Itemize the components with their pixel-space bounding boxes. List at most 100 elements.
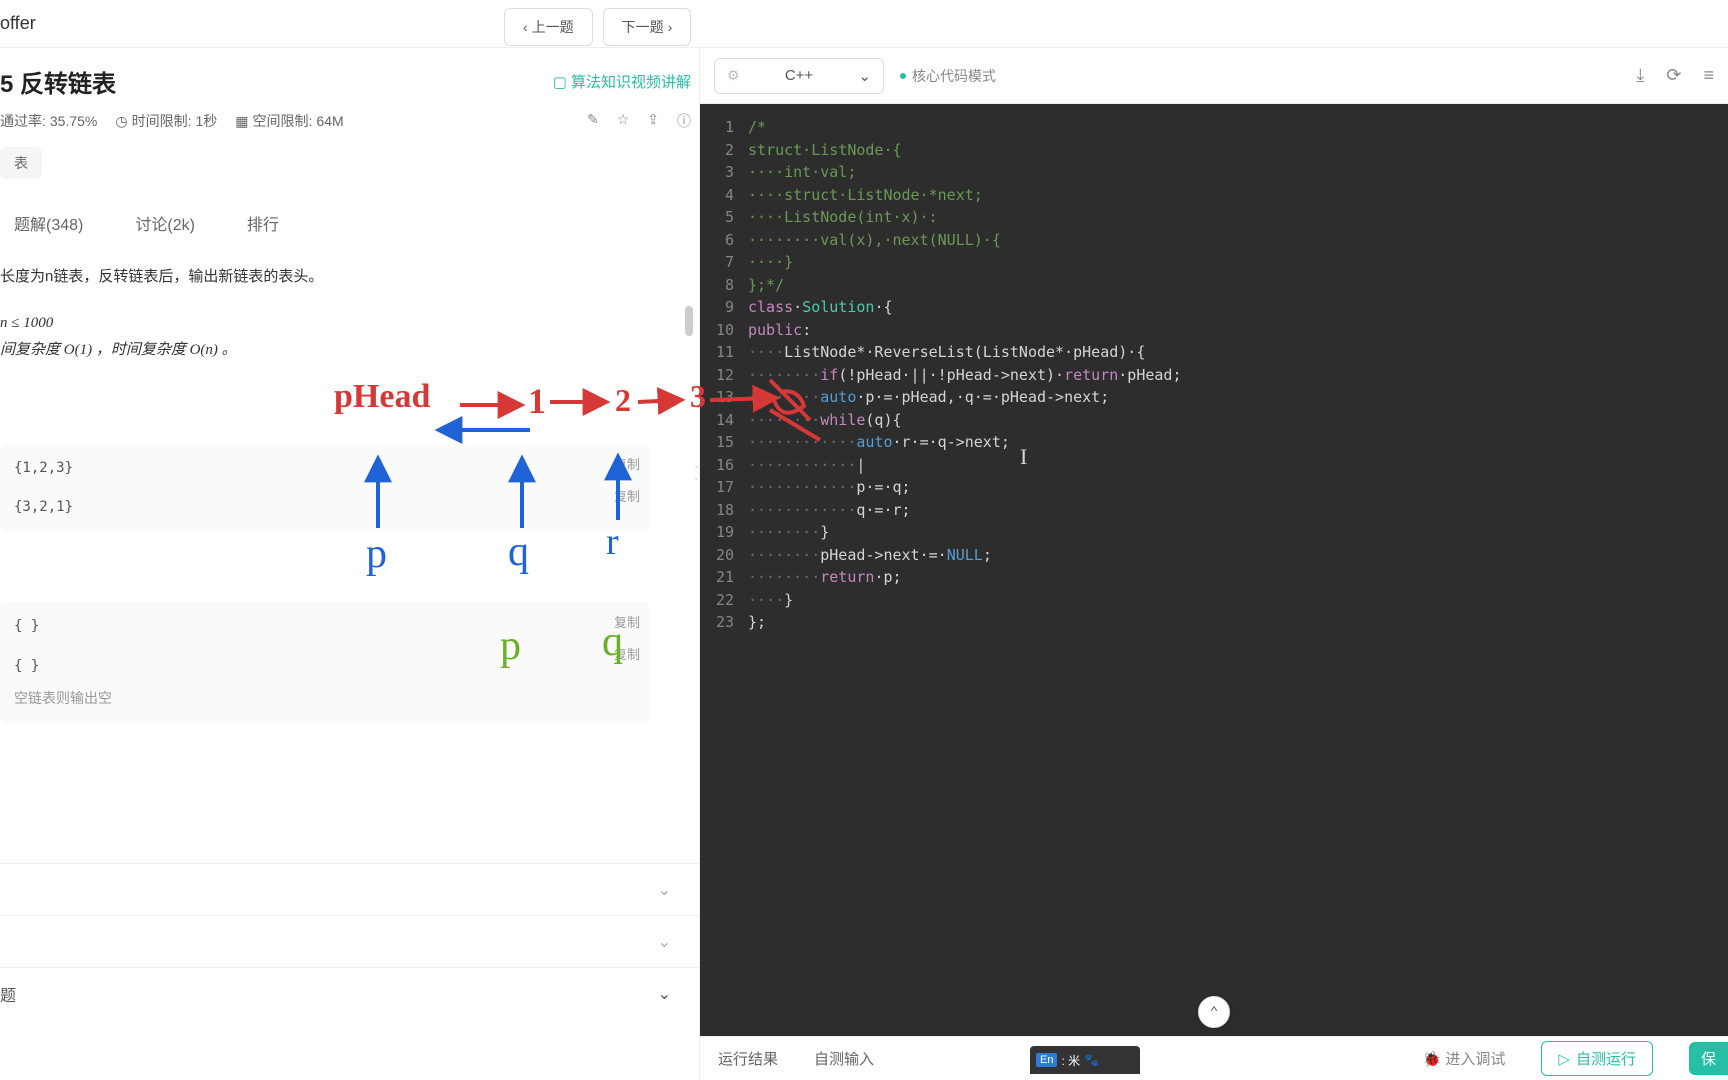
code-content[interactable]: ········val(x),·next(NULL)·{ — [748, 229, 1001, 252]
line-number: 10 — [700, 319, 748, 342]
chevron-left-icon: ‹ — [523, 19, 528, 35]
video-icon: ▢ — [553, 73, 567, 91]
line-number: 14 — [700, 409, 748, 432]
code-content[interactable]: ····} — [748, 251, 793, 274]
code-content[interactable]: ········auto·p·=·pHead,·q·=·pHead->next; — [748, 386, 1109, 409]
code-content[interactable]: ············q·=·r; — [748, 499, 911, 522]
code-content[interactable]: };*/ — [748, 274, 784, 297]
line-number: 11 — [700, 341, 748, 364]
ime-en-badge: En — [1036, 1053, 1057, 1067]
line-number: 21 — [700, 566, 748, 589]
space-limit: ▦ 空间限制: 64M — [235, 111, 343, 131]
ime-indicator: En : 米 🐾 — [1030, 1046, 1140, 1074]
line-number: 17 — [700, 476, 748, 499]
refresh-icon[interactable]: ⟳ — [1666, 65, 1681, 86]
example2-input: { } — [14, 614, 636, 639]
line-number: 23 — [700, 611, 748, 634]
line-number: 18 — [700, 499, 748, 522]
video-link-text: 算法知识视频讲解 — [571, 71, 691, 92]
code-content[interactable]: ············auto·r·=·q->next; — [748, 431, 1010, 454]
status-dot-icon — [900, 73, 906, 79]
brand-text: offer — [0, 13, 36, 34]
code-content[interactable]: ····int·val; — [748, 161, 856, 184]
share-icon[interactable]: ⇪ — [647, 111, 659, 131]
code-content[interactable]: ····} — [748, 589, 793, 612]
code-content[interactable]: ····ListNode*·ReverseList(ListNode*·pHea… — [748, 341, 1145, 364]
expand-row-3[interactable]: 题 ⌄ — [0, 967, 699, 1019]
code-content[interactable]: ········} — [748, 521, 829, 544]
code-content[interactable]: ········pHead->next·=·NULL; — [748, 544, 992, 567]
example2-output: { } — [14, 654, 636, 679]
tab-rank[interactable]: 排行 — [241, 203, 285, 243]
test-run-button[interactable]: ▷ 自测运行 — [1541, 1041, 1653, 1076]
line-number: 22 — [700, 589, 748, 612]
tab-solutions[interactable]: 题解(348) — [8, 203, 89, 243]
code-content[interactable]: ········if(!pHead·||·!pHead->next)·retur… — [748, 364, 1182, 387]
line-number: 5 — [700, 206, 748, 229]
empty-note: 空链表则输出空 — [14, 687, 636, 712]
line-number: 15 — [700, 431, 748, 454]
language-select[interactable]: ⚙ C++ ⌄ — [714, 58, 884, 94]
chevron-down-icon: ⌄ — [658, 880, 671, 900]
code-content[interactable]: ········return·p; — [748, 566, 902, 589]
line-number: 6 — [700, 229, 748, 252]
language-label: C++ — [785, 67, 813, 84]
video-explain-link[interactable]: ▢ 算法知识视频讲解 — [553, 71, 691, 92]
edit-icon[interactable]: ✎ — [587, 111, 599, 131]
chevron-right-icon: › — [668, 19, 673, 35]
code-content[interactable]: ············| — [748, 454, 865, 477]
memory-icon: ▦ — [235, 113, 248, 130]
code-content[interactable]: ············p·=·q; — [748, 476, 911, 499]
code-content[interactable]: class·Solution·{ — [748, 296, 893, 319]
tab-discuss[interactable]: 讨论(2k) — [129, 203, 201, 243]
expand-row-2[interactable]: ⌄ — [0, 915, 699, 967]
time-limit: ◷ 时间限制: 1秒 — [115, 111, 217, 131]
scrollbar[interactable] — [685, 306, 693, 336]
mode-indicator: 核心代码模式 — [900, 66, 996, 86]
line-number: 4 — [700, 184, 748, 207]
line-number: 12 — [700, 364, 748, 387]
code-content[interactable]: }; — [748, 611, 766, 634]
chevron-down-icon: ⌄ — [658, 932, 671, 952]
example-1: 复制 {1,2,3} 复制 {3,2,1} — [0, 444, 650, 532]
chevron-down-icon: ⌄ — [858, 67, 871, 85]
scroll-up-button[interactable]: ⌃ — [1198, 996, 1230, 1028]
star-icon[interactable]: ☆ — [617, 111, 630, 131]
tag-linked-list[interactable]: 表 — [0, 147, 42, 179]
prev-label: 上一题 — [532, 17, 574, 37]
copy-button-1[interactable]: 复制 — [614, 454, 640, 477]
code-content[interactable]: ····struct·ListNode·*next; — [748, 184, 983, 207]
code-content[interactable]: struct·ListNode·{ — [748, 139, 902, 162]
complexity: 间复杂度 O(1) ，时间复杂度 O(n) 。 — [0, 337, 691, 364]
line-number: 13 — [700, 386, 748, 409]
gear-icon: ⚙ — [727, 67, 740, 84]
prev-problem-button[interactable]: ‹ 上一题 — [504, 8, 593, 46]
info-icon[interactable]: ⓘ — [677, 111, 691, 131]
copy-button-2[interactable]: 复制 — [614, 486, 640, 509]
download-icon[interactable]: ⤓ — [1636, 65, 1644, 86]
ime-text: : 米 — [1061, 1052, 1080, 1069]
line-number: 3 — [700, 161, 748, 184]
line-number: 16 — [700, 454, 748, 477]
tab-run-result[interactable]: 运行结果 — [718, 1048, 778, 1069]
line-number: 8 — [700, 274, 748, 297]
ime-icon: 🐾 — [1084, 1053, 1099, 1067]
line-number: 2 — [700, 139, 748, 162]
expand-row-1[interactable]: ⌄ — [0, 863, 699, 915]
next-problem-button[interactable]: 下一题 › — [603, 8, 692, 46]
debug-button[interactable]: 🐞 进入调试 — [1423, 1048, 1506, 1069]
code-content[interactable]: /* — [748, 116, 766, 139]
code-content[interactable]: ········while(q){ — [748, 409, 902, 432]
code-content[interactable]: ····ListNode(int·x)·: — [748, 206, 938, 229]
settings-icon[interactable]: ≡ — [1703, 65, 1714, 86]
line-number: 7 — [700, 251, 748, 274]
code-editor[interactable]: 1/*2struct·ListNode·{3····int·val;4····s… — [700, 104, 1728, 1036]
mode-text: 核心代码模式 — [912, 66, 996, 86]
line-number: 19 — [700, 521, 748, 544]
copy-button-3[interactable]: 复制 — [614, 612, 640, 635]
line-number: 1 — [700, 116, 748, 139]
copy-button-4[interactable]: 复制 — [614, 644, 640, 667]
tab-self-test-input[interactable]: 自测输入 — [814, 1048, 874, 1069]
submit-button[interactable]: 保 — [1689, 1042, 1728, 1075]
code-content[interactable]: public: — [748, 319, 811, 342]
